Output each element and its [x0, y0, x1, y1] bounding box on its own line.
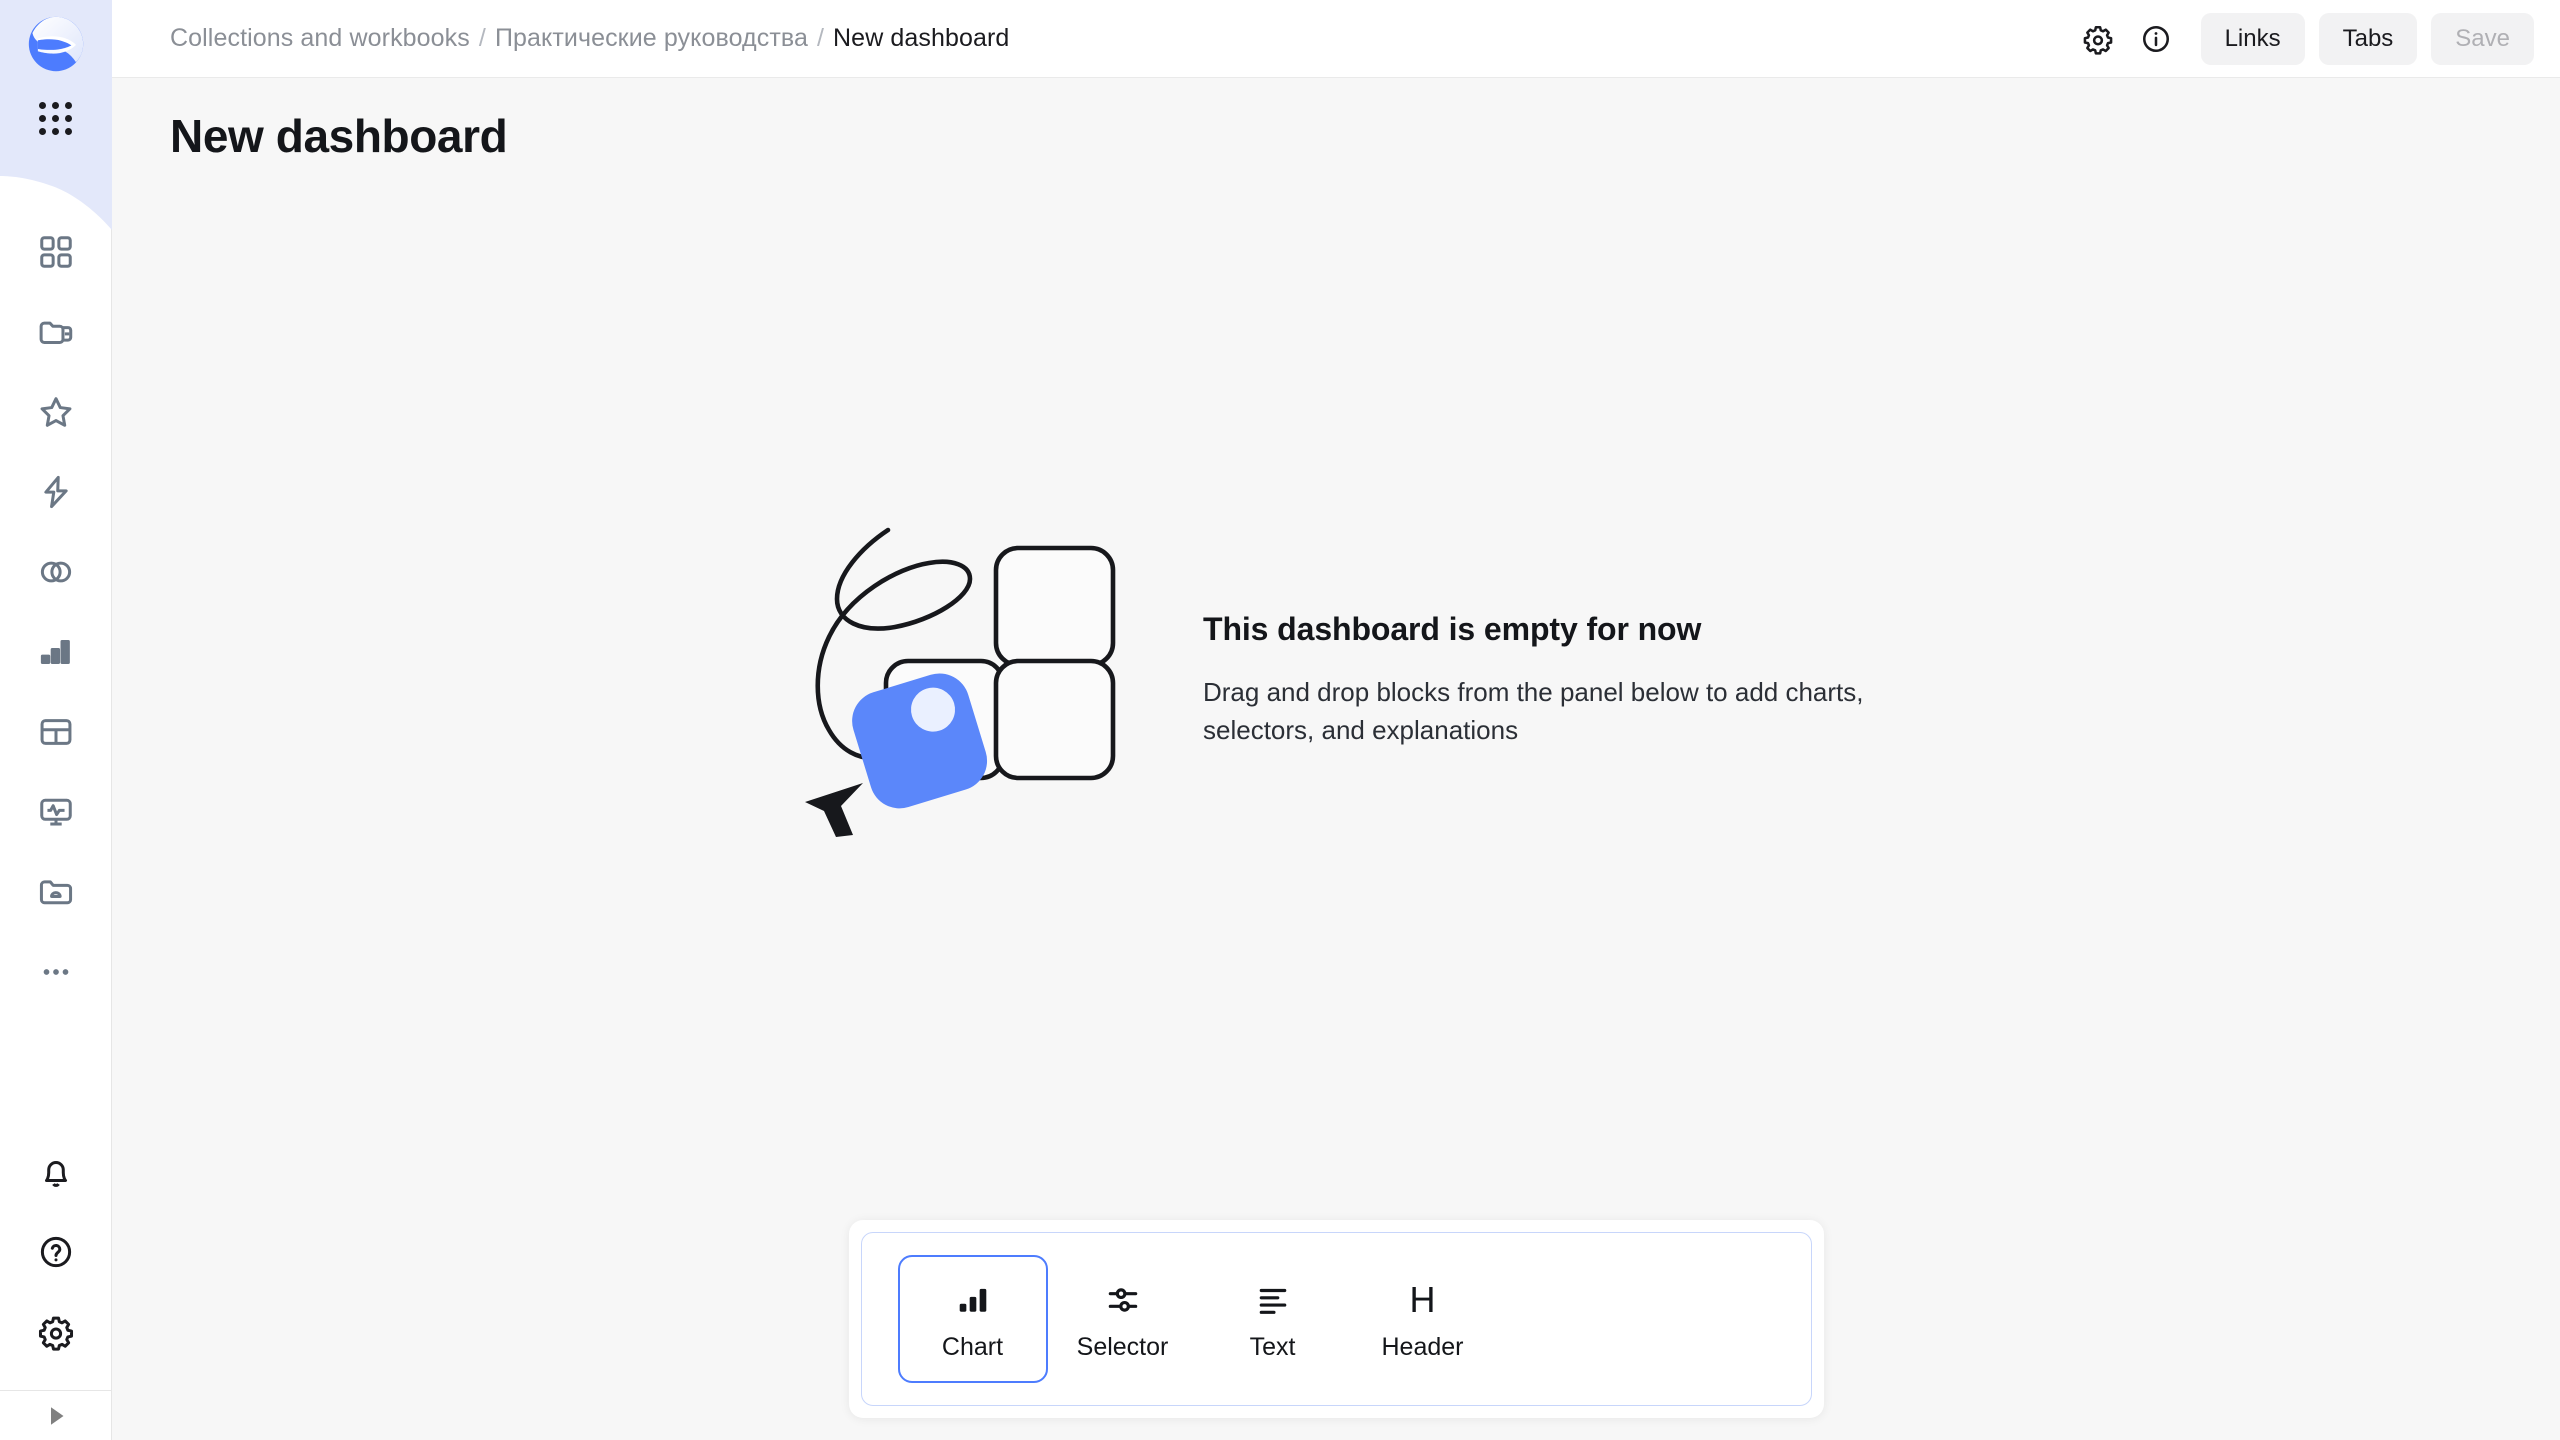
heading-h-icon: H — [1410, 1279, 1436, 1321]
info-circle-icon — [2142, 25, 2169, 52]
breadcrumb-item-current: New dashboard — [833, 24, 1010, 52]
breadcrumb-separator: / — [478, 24, 486, 52]
empty-dashboard-illustration — [805, 528, 1116, 838]
apps-grid-icon — [39, 101, 72, 135]
save-button[interactable]: Save — [2431, 12, 2534, 65]
sidebar-item-quick-start[interactable] — [24, 452, 88, 532]
logo-sphere-icon — [28, 16, 83, 72]
sidebar-item-collections[interactable] — [24, 292, 88, 372]
sidebar-item-monitoring[interactable] — [24, 772, 88, 852]
block-item-text[interactable]: Text — [1198, 1255, 1348, 1383]
sidebar-item-notifications[interactable] — [24, 1132, 88, 1212]
sidebar-item-connections[interactable] — [24, 532, 88, 612]
squares-4-icon — [39, 236, 72, 268]
star-icon — [40, 397, 71, 427]
left-sidebar — [0, 0, 112, 1440]
dashboard-canvas[interactable]: This dashboard is empty for now Drag and… — [112, 163, 2560, 1440]
dataset-grid-icon — [40, 719, 71, 745]
breadcrumb-item-workbook[interactable]: Практические руководства — [495, 24, 808, 53]
dashboard-info-button[interactable] — [2129, 12, 2183, 66]
empty-state-subtitle: Drag and drop blocks from the panel belo… — [1203, 677, 1864, 745]
bar-chart-icon — [954, 1279, 992, 1321]
collapse-arrow-icon — [50, 1406, 63, 1425]
monitoring-icon — [39, 798, 72, 826]
block-panel-wrap: Chart Selector Text H Header — [112, 1220, 2560, 1418]
question-circle-icon — [40, 1236, 71, 1268]
app-root: Collections and workbooks / Практические… — [0, 0, 2560, 1440]
bar-chart-glyph — [959, 1288, 986, 1312]
gear-icon — [38, 1316, 73, 1351]
sidebar-item-settings[interactable] — [24, 1292, 88, 1372]
datalens-logo[interactable] — [24, 12, 88, 76]
block-item-label: Chart — [941, 1332, 1004, 1361]
block-item-label: Selector — [1076, 1332, 1169, 1361]
tabs-button[interactable]: Tabs — [2318, 12, 2418, 65]
text-lines-glyph — [1259, 1288, 1286, 1314]
header-actions: Links Tabs Save — [2071, 12, 2534, 66]
sliders-glyph — [1108, 1287, 1137, 1312]
links-button[interactable]: Links — [2200, 12, 2305, 65]
sidebar-item-charts[interactable] — [24, 612, 88, 692]
block-item-label: Text — [1249, 1332, 1296, 1361]
block-panel: Chart Selector Text H Header — [860, 1232, 1812, 1406]
title-row: New dashboard — [112, 78, 2560, 163]
all-services-button[interactable] — [28, 90, 84, 146]
empty-state: This dashboard is empty for now Drag and… — [789, 515, 1883, 845]
text-lines-icon — [1254, 1279, 1292, 1321]
breadcrumb-item-collections[interactable]: Collections and workbooks — [170, 24, 470, 53]
sidebar-item-datasets[interactable] — [24, 692, 88, 772]
connections-icon — [40, 561, 71, 583]
dashboard-settings-button[interactable] — [2071, 12, 2125, 66]
sliders-icon — [1104, 1279, 1142, 1321]
folder-cloud-icon — [39, 880, 72, 905]
block-panel-card: Chart Selector Text H Header — [848, 1220, 1824, 1418]
lightning-icon — [43, 475, 68, 509]
sidebar-expand-button[interactable] — [0, 1390, 112, 1440]
empty-state-copy: This dashboard is empty for now Drag and… — [1203, 611, 1883, 749]
breadcrumb: Collections and workbooks / Практические… — [170, 24, 1009, 53]
block-item-chart[interactable]: Chart — [897, 1255, 1048, 1383]
bar-chart-icon — [40, 640, 70, 664]
sidebar-nav — [24, 212, 88, 1012]
breadcrumb-separator: / — [816, 24, 825, 52]
empty-state-title: This dashboard is empty for now — [1203, 611, 1702, 648]
sidebar-item-more[interactable] — [24, 932, 88, 1012]
heading-h-glyph: H — [1409, 1278, 1436, 1320]
main-area: Collections and workbooks / Практические… — [112, 0, 2560, 1440]
sidebar-item-navigation[interactable] — [24, 212, 88, 292]
sidebar-item-cloud-folder[interactable] — [24, 852, 88, 932]
block-item-header[interactable]: H Header — [1348, 1255, 1498, 1383]
bell-icon — [44, 1160, 67, 1187]
folder-collections-icon — [39, 321, 72, 344]
ellipsis-icon — [43, 969, 68, 975]
sidebar-item-favorites[interactable] — [24, 372, 88, 452]
sidebar-item-help[interactable] — [24, 1212, 88, 1292]
block-item-label: Header — [1381, 1332, 1464, 1361]
gear-icon — [2083, 25, 2112, 55]
sidebar-bottom-nav — [24, 1132, 88, 1372]
top-header: Collections and workbooks / Практические… — [112, 0, 2560, 78]
block-item-selector[interactable]: Selector — [1048, 1255, 1198, 1383]
page-title: New dashboard — [170, 110, 508, 162]
